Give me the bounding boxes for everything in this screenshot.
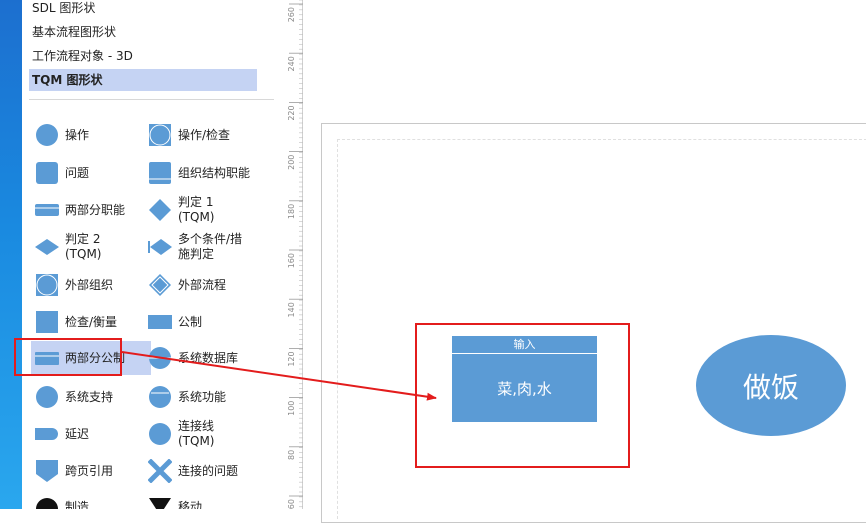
ruler-tick-label: 100	[287, 401, 296, 416]
external-process-icon	[149, 274, 171, 296]
multi-condition-icon	[148, 239, 172, 255]
cook-ellipse-shape[interactable]: 做饭	[696, 335, 846, 436]
circle-shape-icon	[36, 124, 58, 146]
org-function-icon	[149, 162, 171, 184]
rectangle-shape-icon	[148, 315, 172, 329]
shape-connection-problem[interactable]: 连接的问题	[144, 454, 264, 488]
rounded-square-shape-icon	[36, 162, 58, 184]
two-part-rect-icon	[35, 204, 59, 216]
shape-label: 系统功能	[178, 389, 227, 404]
flat-diamond-icon	[35, 239, 59, 255]
shapes-panel: SDL 图形状 基本流程图形状 工作流程对象 - 3D TQM 图形状 操作 问…	[22, 0, 285, 509]
shape-operation-inspect[interactable]: 操作/检查	[144, 118, 264, 152]
offpage-shape-icon	[36, 460, 58, 482]
shape-move[interactable]: 移动	[144, 490, 264, 509]
ruler-tick-label: 200	[287, 155, 296, 170]
desktop-background	[0, 0, 22, 509]
shape-label: 连接线 (TQM)	[178, 419, 215, 448]
shape-decision-1[interactable]: 判定 1 (TQM)	[144, 193, 264, 227]
shape-system-support[interactable]: 系统支持	[31, 380, 151, 414]
ruler-tick-label: 120	[287, 351, 296, 366]
delay-shape-icon	[35, 428, 58, 440]
shape-operation[interactable]: 操作	[31, 118, 151, 152]
black-circle-icon	[36, 498, 58, 509]
shape-label: 移动	[178, 499, 203, 510]
black-triangle-icon	[149, 498, 171, 509]
operation-inspect-icon	[149, 124, 171, 146]
ruler-tick-label: 240	[287, 56, 296, 71]
stencil-sdl[interactable]: SDL 图形状	[29, 0, 257, 19]
shape-multi-condition[interactable]: 多个条件/措 施判定	[144, 230, 264, 264]
shape-label: 组织结构职能	[178, 165, 251, 180]
shape-system-database[interactable]: 系统数据库	[144, 341, 264, 375]
shape-system-function[interactable]: 系统功能	[144, 380, 264, 414]
shape-connector[interactable]: 连接线 (TQM)	[144, 417, 264, 451]
ruler-tick-label: 60	[287, 499, 296, 509]
stencil-workflow-3d[interactable]: 工作流程对象 - 3D	[29, 45, 257, 67]
ruler-tick-label: 160	[287, 253, 296, 268]
sidebar-highlight-box	[14, 338, 122, 376]
ruler-tick-label: 180	[287, 204, 296, 219]
ruler-tick-label: 220	[287, 105, 296, 120]
canvas-highlight-box	[415, 323, 630, 468]
shape-label: 外部流程	[178, 277, 227, 292]
stencil-tqm[interactable]: TQM 图形状	[29, 69, 257, 91]
diamond-shape-icon	[149, 199, 171, 221]
shape-label: 多个条件/措 施判定	[178, 232, 243, 261]
shape-standard[interactable]: 公制	[144, 305, 264, 339]
ruler-tick-label: 80	[287, 450, 296, 460]
x-shape-icon	[148, 459, 172, 483]
shape-org-function[interactable]: 组织结构职能	[144, 156, 264, 190]
shape-label: 连接的问题	[178, 463, 239, 478]
circle-shape-icon	[36, 386, 58, 408]
stencil-basic-flowchart[interactable]: 基本流程图形状	[29, 21, 257, 43]
external-org-icon	[36, 274, 58, 296]
shape-label: 操作/检查	[178, 127, 231, 142]
shape-problem[interactable]: 问题	[31, 156, 151, 190]
shape-external-process[interactable]: 外部流程	[144, 268, 264, 302]
shape-label: 系统数据库	[178, 350, 239, 365]
shape-manufacture[interactable]: 制造	[31, 490, 151, 509]
ellipse-label: 做饭	[742, 370, 799, 404]
ruler-tick-label: 260	[287, 7, 296, 22]
system-function-icon	[149, 386, 171, 408]
ruler-tick-label: 140	[287, 302, 296, 317]
shape-label: 公制	[178, 314, 203, 329]
square-shape-icon	[36, 311, 58, 333]
circle-shape-icon	[149, 423, 171, 445]
shape-offpage-reference[interactable]: 跨页引用	[31, 454, 151, 488]
shape-decision-2[interactable]: 判定 2 (TQM)	[31, 230, 151, 264]
panel-divider	[29, 99, 274, 100]
vertical-ruler: 260 240 220 200 180 160 140 120 100 80 60	[285, 0, 303, 509]
shape-external-org[interactable]: 外部组织	[31, 268, 151, 302]
shape-inspect-measure[interactable]: 检查/衡量	[31, 305, 151, 339]
shape-delay[interactable]: 延迟	[31, 417, 151, 451]
shape-label: 判定 1 (TQM)	[178, 195, 215, 224]
ruler-ticks: 260 240 220 200 180 160 140 120 100 80 60	[287, 0, 303, 509]
shape-two-part-function[interactable]: 两部分职能	[31, 193, 151, 227]
database-shape-icon	[149, 347, 171, 369]
